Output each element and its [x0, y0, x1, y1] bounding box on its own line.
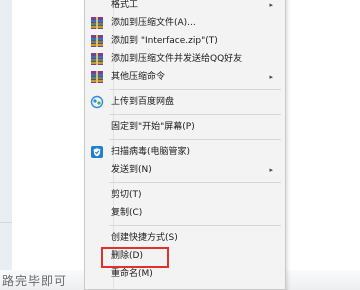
baidu-netdisk-icon [90, 95, 104, 109]
menu-item-other-compress[interactable]: 其他压缩命令 ▸ [85, 68, 285, 86]
menu-item-upload-baidu[interactable]: 上传到百度网盘 [85, 93, 285, 111]
menu-separator [109, 114, 281, 115]
menu-item-label: 添加到压缩文件并发送给QQ好友 [111, 54, 243, 64]
menu-item-label: 发送到(N) [111, 165, 152, 175]
menu-item-pin-to-start[interactable]: 固定到"开始"屏幕(P) [85, 118, 285, 136]
menu-item-copy[interactable]: 复制(C) [85, 204, 285, 222]
menu-item-label: 添加到 "Interface.zip"(T) [111, 36, 218, 46]
menu-item-label: 其他压缩命令 [111, 72, 166, 82]
delete-highlight-box [101, 247, 169, 268]
winrar-archive-icon [90, 16, 104, 30]
menu-separator [109, 225, 281, 226]
pc-manager-shield-icon [90, 145, 104, 159]
menu-item-label: 复制(C) [111, 208, 143, 218]
menu-item-cut[interactable]: 剪切(T) [85, 186, 285, 204]
menu-item-add-to-archive[interactable]: 添加到压缩文件(A)... [85, 14, 285, 32]
menu-item-format[interactable]: 格式工 ▸ [85, 0, 285, 14]
menu-item-scan-virus[interactable]: 扫描病毒(电脑管家) [85, 143, 285, 161]
submenu-arrow-icon: ▸ [269, 166, 273, 174]
menu-item-label: 剪切(T) [111, 190, 142, 200]
menu-separator [109, 89, 281, 90]
menu-item-label: 添加到压缩文件(A)... [111, 18, 196, 28]
winrar-archive-icon [90, 52, 104, 66]
winrar-archive-icon [90, 70, 104, 84]
menu-item-add-to-zip[interactable]: 添加到 "Interface.zip"(T) [85, 32, 285, 50]
menu-separator [109, 139, 281, 140]
menu-item-label: 格式工 [111, 0, 139, 10]
menu-item-label: 创建快捷方式(S) [111, 233, 178, 243]
menu-item-label: 扫描病毒(电脑管家) [111, 147, 191, 157]
submenu-arrow-icon: ▸ [269, 1, 273, 9]
menu-item-label: 上传到百度网盘 [111, 97, 175, 107]
menu-item-send-to[interactable]: 发送到(N) ▸ [85, 161, 285, 179]
background-window-strip [0, 0, 12, 290]
menu-item-create-shortcut[interactable]: 创建快捷方式(S) [85, 229, 285, 247]
background-divider [0, 222, 12, 223]
menu-item-compress-send-qq[interactable]: 添加到压缩文件并发送给QQ好友 [85, 50, 285, 68]
context-menu: 格式工 ▸ 添加到压缩文件(A)... 添加到 "Interface.zip"(… [84, 0, 286, 290]
winrar-archive-icon [90, 34, 104, 48]
submenu-arrow-icon: ▸ [269, 73, 273, 81]
background-caption-text: 路完毕即可 [2, 274, 68, 288]
menu-item-label: 固定到"开始"屏幕(P) [111, 122, 195, 132]
menu-separator [109, 182, 281, 183]
